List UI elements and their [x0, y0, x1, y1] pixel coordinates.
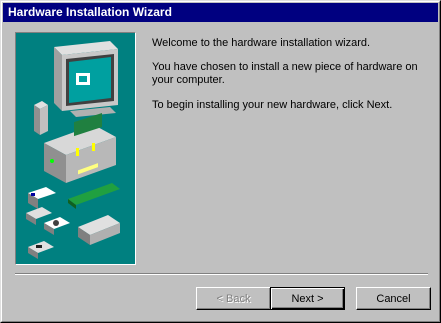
separator — [15, 273, 428, 275]
back-button[interactable]: < Back — [196, 287, 271, 310]
cancel-button[interactable]: Cancel — [356, 287, 431, 310]
begin-instructions-text: To begin installing your new hardware, c… — [152, 99, 393, 111]
hardware-illustration-svg — [26, 41, 120, 259]
next-button-label: Next > — [291, 292, 324, 305]
computer-hardware-illustration — [15, 32, 136, 265]
next-button[interactable]: Next > — [270, 287, 345, 310]
welcome-text: Welcome to the hardware installation wiz… — [152, 37, 371, 49]
cancel-button-label: Cancel — [376, 292, 411, 305]
window-title: Hardware Installation Wizard — [8, 5, 172, 19]
wizard-window: Hardware Installation Wizard Welcome to … — [0, 0, 441, 323]
title-bar[interactable]: Hardware Installation Wizard — [3, 3, 438, 22]
back-button-label: < Back — [216, 292, 251, 305]
chosen-hardware-text: You have chosen to install a new piece o… — [152, 61, 418, 86]
